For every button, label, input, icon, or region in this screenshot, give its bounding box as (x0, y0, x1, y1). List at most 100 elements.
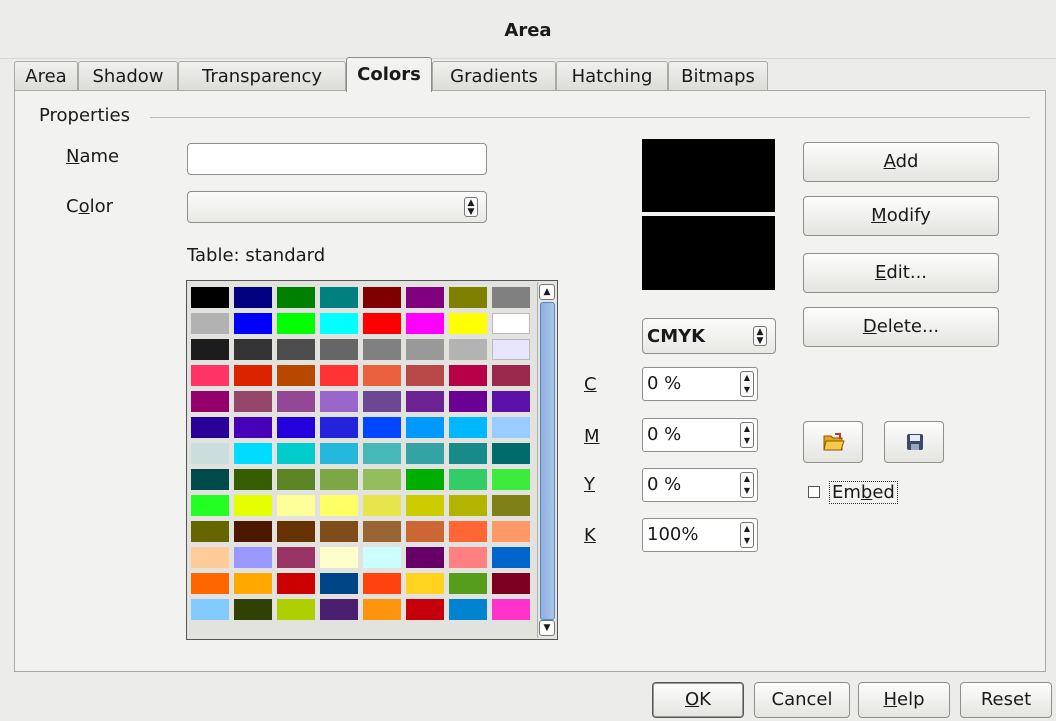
color-swatch[interactable] (277, 365, 315, 386)
color-swatch[interactable] (406, 339, 444, 360)
color-swatch[interactable] (191, 365, 229, 386)
color-swatch[interactable] (492, 339, 530, 360)
palette-scrollbar[interactable]: ▲ ▼ (537, 282, 557, 638)
color-swatch[interactable] (234, 365, 272, 386)
color-swatch[interactable] (234, 339, 272, 360)
color-select[interactable]: ▲ ▼ (187, 191, 487, 223)
color-swatch[interactable] (492, 599, 530, 620)
color-swatch[interactable] (191, 417, 229, 438)
color-swatch[interactable] (234, 495, 272, 516)
help-button[interactable]: Help (858, 682, 950, 718)
color-swatch[interactable] (277, 417, 315, 438)
tab-gradients[interactable]: Gradients (432, 61, 556, 91)
color-swatch[interactable] (191, 547, 229, 568)
color-swatch[interactable] (449, 365, 487, 386)
color-swatch[interactable] (449, 339, 487, 360)
color-swatch[interactable] (449, 417, 487, 438)
color-swatch[interactable] (191, 339, 229, 360)
color-model-select[interactable]: CMYK ▲ ▼ (642, 318, 776, 354)
color-swatch[interactable] (492, 521, 530, 542)
color-swatch[interactable] (449, 599, 487, 620)
reset-button[interactable]: Reset (960, 682, 1052, 718)
color-swatch[interactable] (363, 573, 401, 594)
color-swatch[interactable] (492, 443, 530, 464)
color-swatch[interactable] (320, 365, 358, 386)
color-swatch[interactable] (191, 495, 229, 516)
scroll-thumb[interactable] (540, 302, 555, 620)
color-swatch[interactable] (492, 313, 530, 334)
delete-button[interactable]: Delete... (803, 307, 999, 347)
color-swatch[interactable] (191, 573, 229, 594)
color-swatch[interactable] (277, 287, 315, 308)
color-swatch[interactable] (492, 573, 530, 594)
color-swatch[interactable] (363, 417, 401, 438)
color-swatch[interactable] (277, 469, 315, 490)
color-swatch[interactable] (277, 521, 315, 542)
channel-c-spinner[interactable]: 0 % ▲ ▼ (642, 367, 758, 401)
color-swatch[interactable] (406, 599, 444, 620)
embed-checkbox[interactable] (808, 486, 820, 498)
color-swatch[interactable] (406, 469, 444, 490)
color-swatch[interactable] (492, 469, 530, 490)
color-swatch[interactable] (449, 573, 487, 594)
tab-area[interactable]: Area (14, 61, 78, 91)
color-swatch[interactable] (363, 365, 401, 386)
color-swatch[interactable] (277, 391, 315, 412)
color-swatch[interactable] (492, 391, 530, 412)
color-swatch[interactable] (191, 469, 229, 490)
color-swatch[interactable] (363, 521, 401, 542)
color-swatch[interactable] (191, 391, 229, 412)
color-swatch[interactable] (277, 599, 315, 620)
cancel-button[interactable]: Cancel (754, 682, 850, 718)
add-button[interactable]: Add (803, 142, 999, 182)
color-swatch[interactable] (234, 599, 272, 620)
modify-button[interactable]: Modify (803, 196, 999, 236)
color-swatch[interactable] (191, 521, 229, 542)
color-swatch[interactable] (492, 495, 530, 516)
color-swatch[interactable] (363, 469, 401, 490)
tab-bitmaps[interactable]: Bitmaps (668, 61, 768, 91)
color-swatch[interactable] (363, 391, 401, 412)
spin-arrows-icon[interactable]: ▲ ▼ (740, 371, 754, 397)
color-swatch[interactable] (320, 339, 358, 360)
color-swatch[interactable] (363, 599, 401, 620)
color-swatch[interactable] (363, 547, 401, 568)
color-swatch[interactable] (277, 443, 315, 464)
color-swatch[interactable] (191, 599, 229, 620)
color-swatch[interactable] (320, 495, 358, 516)
color-swatch[interactable] (406, 495, 444, 516)
color-swatch[interactable] (234, 469, 272, 490)
color-swatch[interactable] (492, 417, 530, 438)
color-swatch[interactable] (449, 313, 487, 334)
color-swatch[interactable] (320, 417, 358, 438)
color-swatch[interactable] (191, 287, 229, 308)
color-swatch[interactable] (234, 547, 272, 568)
scroll-up-icon[interactable]: ▲ (539, 284, 555, 300)
name-input[interactable] (187, 143, 487, 175)
color-swatch[interactable] (363, 287, 401, 308)
load-color-list-button[interactable] (803, 421, 863, 463)
channel-y-spinner[interactable]: 0 % ▲ ▼ (642, 468, 758, 502)
color-swatch[interactable] (277, 339, 315, 360)
ok-button[interactable]: OK (652, 682, 744, 718)
tab-colors[interactable]: Colors (346, 57, 432, 92)
color-swatch[interactable] (449, 495, 487, 516)
color-swatch[interactable] (363, 313, 401, 334)
color-swatch[interactable] (406, 443, 444, 464)
color-swatch[interactable] (320, 521, 358, 542)
color-swatch[interactable] (320, 391, 358, 412)
color-swatch[interactable] (234, 573, 272, 594)
color-swatch[interactable] (234, 443, 272, 464)
color-swatch[interactable] (406, 391, 444, 412)
color-swatch[interactable] (449, 547, 487, 568)
scroll-down-icon[interactable]: ▼ (539, 620, 555, 636)
color-swatch[interactable] (363, 443, 401, 464)
color-swatch[interactable] (492, 547, 530, 568)
color-swatch[interactable] (277, 547, 315, 568)
color-swatch[interactable] (320, 443, 358, 464)
tab-hatching[interactable]: Hatching (556, 61, 668, 91)
color-swatch[interactable] (406, 417, 444, 438)
color-swatch[interactable] (234, 287, 272, 308)
color-swatch[interactable] (406, 521, 444, 542)
tab-transparency[interactable]: Transparency (178, 61, 346, 91)
